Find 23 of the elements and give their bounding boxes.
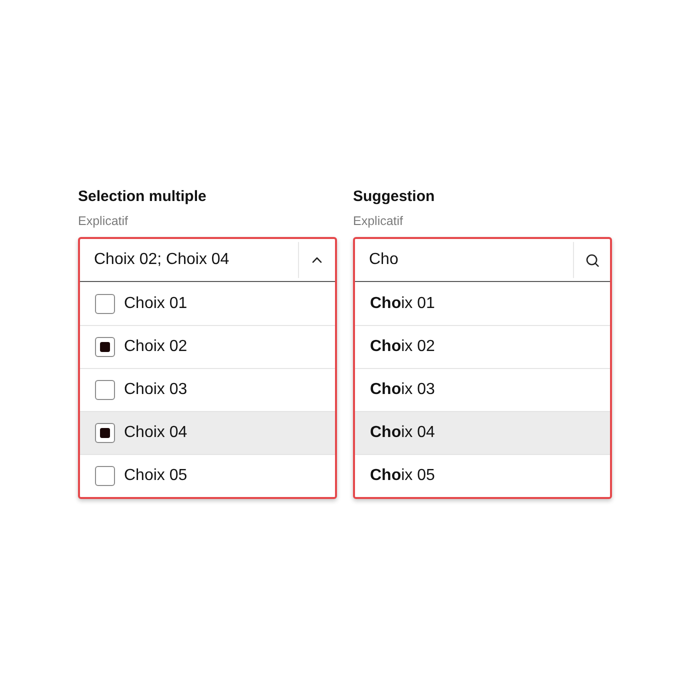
checkbox[interactable]	[95, 294, 115, 314]
chevron-up-icon	[312, 257, 322, 263]
field-hint: Explicatif	[353, 213, 404, 229]
option-item[interactable]: Choix 03	[80, 368, 335, 411]
option-item[interactable]: Choix 01	[80, 282, 335, 325]
option-item[interactable]: Choix 04	[80, 411, 335, 454]
checkbox[interactable]	[95, 380, 115, 400]
field-label: Suggestion	[353, 187, 436, 207]
option-item[interactable]: Choix 05	[355, 454, 610, 497]
search-input[interactable]: Cho	[355, 239, 573, 281]
field-hint: Explicatif	[78, 213, 130, 229]
option-item[interactable]: Choix 01	[355, 282, 610, 325]
option-item[interactable]: Choix 03	[355, 368, 610, 411]
checkbox[interactable]	[95, 466, 115, 486]
field-label: Selection multiple	[78, 187, 208, 207]
checkbox[interactable]	[95, 423, 115, 443]
checkbox[interactable]	[95, 337, 115, 357]
option-item[interactable]: Choix 05	[80, 454, 335, 497]
option-item[interactable]: Choix 02	[355, 325, 610, 368]
selected-values[interactable]: Choix 02; Choix 04	[80, 248, 298, 272]
option-item[interactable]: Choix 02	[80, 325, 335, 368]
search-icon	[586, 254, 598, 266]
option-item[interactable]: Choix 04	[355, 411, 610, 454]
